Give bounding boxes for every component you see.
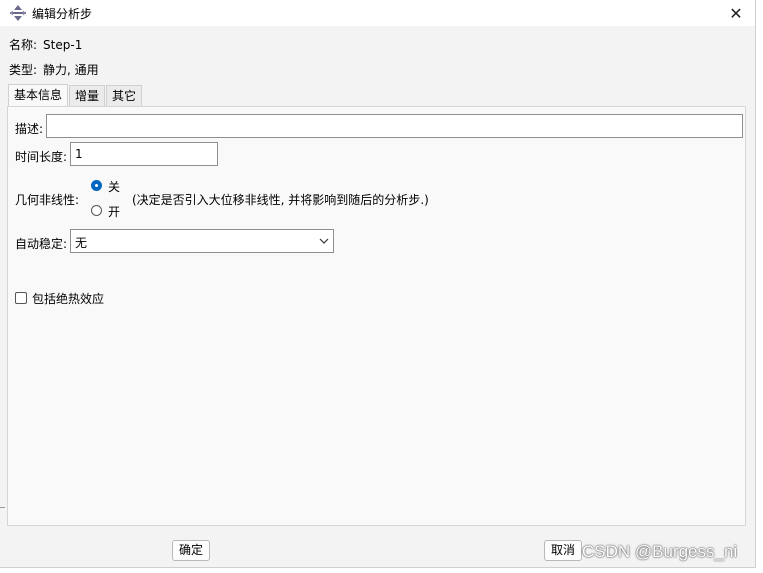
background-divider: [0, 507, 5, 508]
tab-other[interactable]: 其它: [106, 85, 143, 106]
stabilization-label: 自动稳定:: [15, 237, 68, 251]
nlgeom-note: (决定是否引入大位移非线性, 并将影响到随后的分析步.): [132, 193, 429, 207]
basic-info-panel: 描述: 时间长度: 1 几何非线性: 关 开 (决定是否引入大位移非线性, 并将…: [7, 106, 746, 526]
edit-step-dialog: 编辑分析步 ✕ 名称: Step-1 类型: 静力, 通用 基本信息 增量 其它 描…: [0, 0, 756, 568]
stabilization-select[interactable]: 无: [70, 229, 334, 253]
time-period-input[interactable]: 1: [70, 142, 218, 166]
adiabatic-label[interactable]: 包括绝热效应: [32, 290, 104, 307]
window-title: 编辑分析步: [32, 7, 93, 21]
ok-button[interactable]: 确定: [172, 540, 211, 561]
description-label: 描述:: [15, 122, 44, 136]
description-input[interactable]: [46, 114, 743, 138]
nlgeom-off-label[interactable]: 关: [108, 178, 120, 195]
chevron-down-icon: [319, 238, 329, 244]
step-name-row: 名称: Step-1: [9, 36, 82, 53]
step-type-label: 类型:: [9, 63, 38, 77]
step-type-row: 类型: 静力, 通用: [9, 61, 99, 78]
stabilization-value: 无: [75, 236, 88, 250]
step-name-label: 名称:: [9, 38, 38, 52]
nlgeom-label: 几何非线性:: [15, 193, 80, 207]
tab-basic[interactable]: 基本信息: [8, 84, 69, 106]
nlgeom-on-radio[interactable]: [91, 205, 102, 216]
adiabatic-checkbox[interactable]: [15, 292, 27, 304]
close-icon: ✕: [729, 3, 743, 23]
tab-bar: 基本信息 增量 其它: [8, 84, 143, 106]
title-bar: 编辑分析步 ✕: [0, 0, 755, 26]
step-name-value: Step-1: [43, 38, 83, 52]
nlgeom-off-radio[interactable]: [91, 180, 102, 191]
app-icon: [10, 5, 26, 21]
close-button[interactable]: ✕: [725, 2, 747, 24]
nlgeom-on-label[interactable]: 开: [108, 203, 120, 220]
time-period-label: 时间长度:: [15, 150, 68, 164]
cancel-button[interactable]: 取消: [544, 540, 583, 561]
step-type-value: 静力, 通用: [43, 63, 99, 77]
tab-incrementation[interactable]: 增量: [69, 85, 106, 106]
watermark: CSDN @Burgess_ni: [582, 542, 738, 561]
